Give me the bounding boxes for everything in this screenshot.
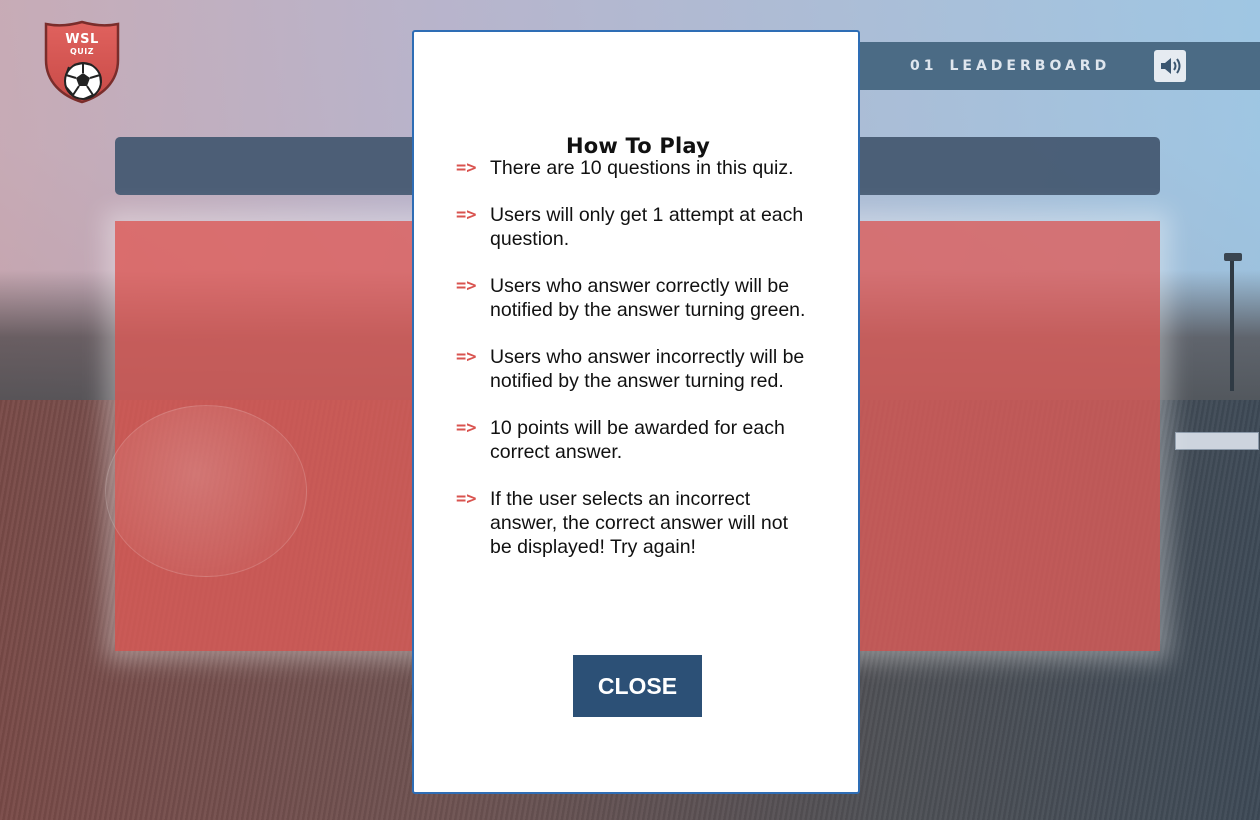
- speaker-icon: [1161, 58, 1181, 74]
- rule-item: => Users will only get 1 attempt at each…: [456, 203, 806, 251]
- rule-text: Users who answer correctly will be notif…: [490, 275, 806, 321]
- sound-toggle-button[interactable]: [1154, 50, 1186, 82]
- rule-item: => There are 10 questions in this quiz.: [456, 156, 806, 180]
- leaderboard-link[interactable]: 01 LEADERBOARD: [910, 42, 1110, 90]
- wsl-quiz-logo[interactable]: WSL QUIZ: [44, 20, 120, 104]
- rule-text: If the user selects an incorrect answer,…: [490, 488, 789, 558]
- close-button[interactable]: CLOSE: [573, 655, 702, 717]
- rule-text: There are 10 questions in this quiz.: [490, 157, 794, 179]
- arrow-icon: =>: [456, 347, 477, 367]
- rule-text: Users will only get 1 attempt at each qu…: [490, 204, 804, 250]
- rule-item: => Users who answer incorrectly will be …: [456, 345, 806, 393]
- background-floodlight-pole: [1230, 256, 1234, 391]
- score-display: 01: [910, 58, 938, 74]
- arrow-icon: =>: [456, 158, 477, 178]
- logo-subtitle: QUIZ: [69, 47, 95, 56]
- background-soccer-ball: [105, 405, 307, 577]
- arrow-icon: =>: [456, 205, 477, 225]
- background-floodlight-head: [1224, 253, 1242, 261]
- background-sign: [1175, 432, 1259, 450]
- how-to-play-modal: How To Play => There are 10 questions in…: [412, 30, 860, 794]
- leaderboard-label: LEADERBOARD: [949, 58, 1111, 74]
- arrow-icon: =>: [456, 276, 477, 296]
- rule-text: Users who answer incorrectly will be not…: [490, 346, 805, 392]
- top-nav-bar: 01 LEADERBOARD: [860, 42, 1260, 90]
- logo-title: WSL: [65, 32, 99, 47]
- rules-list: => There are 10 questions in this quiz. …: [456, 156, 806, 582]
- rule-item: => 10 points will be awarded for each co…: [456, 416, 806, 464]
- modal-title: How To Play: [566, 134, 710, 158]
- arrow-icon: =>: [456, 489, 477, 509]
- rule-text: 10 points will be awarded for each corre…: [490, 417, 785, 463]
- arrow-icon: =>: [456, 418, 477, 438]
- rule-item: => If the user selects an incorrect answ…: [456, 487, 806, 559]
- rule-item: => Users who answer correctly will be no…: [456, 274, 806, 322]
